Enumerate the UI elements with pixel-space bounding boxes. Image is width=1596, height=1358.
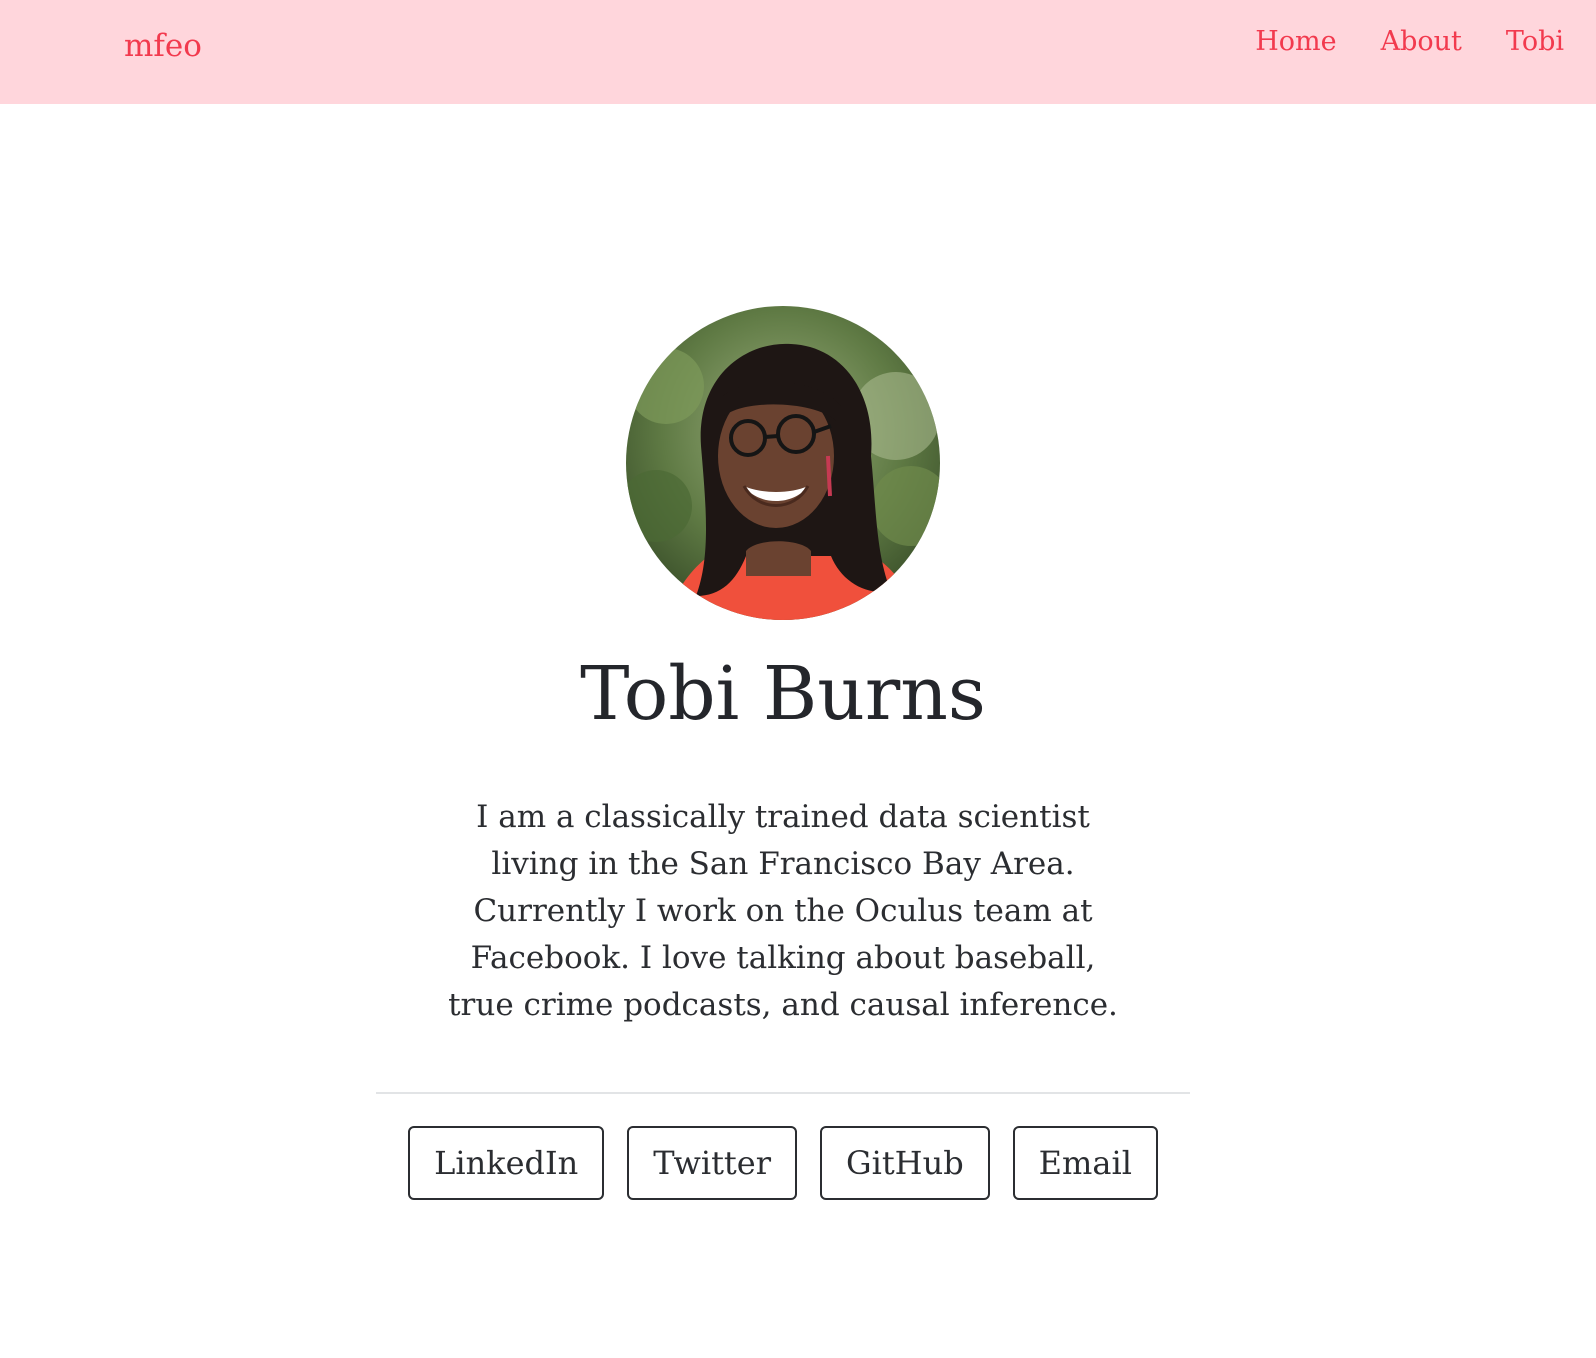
brand-link[interactable]: mfeo [124, 28, 202, 65]
nav-link-home[interactable]: Home [1255, 26, 1336, 58]
social-links: LinkedIn Twitter GitHub Email [0, 1126, 1566, 1200]
email-button[interactable]: Email [1012, 1126, 1158, 1200]
profile-photo-icon [626, 306, 940, 620]
github-button[interactable]: GitHub [820, 1126, 990, 1200]
profile-bio: I am a classically trained data scientis… [448, 799, 1118, 1023]
linkedin-button[interactable]: LinkedIn [408, 1126, 605, 1200]
nav-link-about[interactable]: About [1381, 26, 1462, 58]
divider [376, 1092, 1190, 1094]
twitter-button[interactable]: Twitter [627, 1126, 798, 1200]
main-nav: Home About Tobi [1255, 26, 1564, 58]
top-navbar: mfeo Home About Tobi [0, 0, 1596, 104]
profile-name: Tobi Burns [580, 651, 986, 737]
nav-link-tobi[interactable]: Tobi [1506, 26, 1564, 58]
profile-avatar [626, 306, 940, 620]
